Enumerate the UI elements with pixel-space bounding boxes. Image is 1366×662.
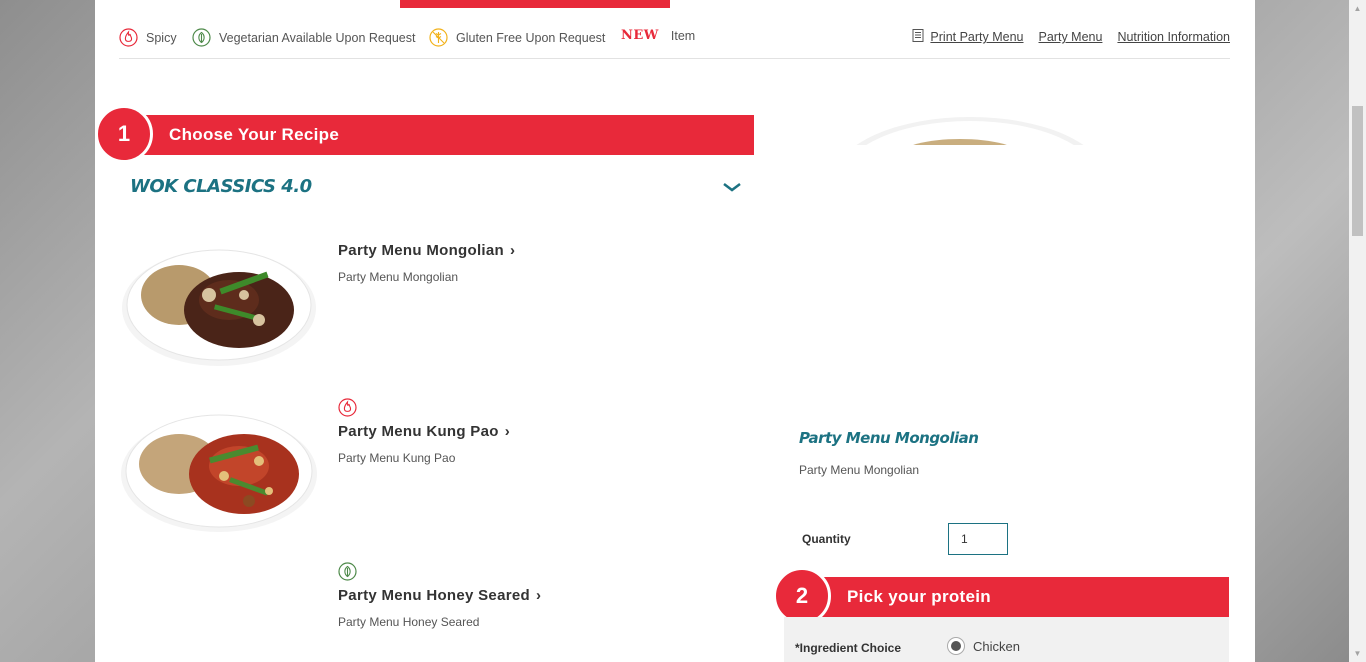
- quantity-input[interactable]: [948, 523, 1008, 555]
- item-info: Party Menu Kung Pao › Party Menu Kung Pa…: [338, 398, 510, 465]
- item-name: Party Menu Kung Pao: [338, 423, 499, 440]
- legend-new-label: Item: [670, 28, 696, 43]
- item-description: Party Menu Mongolian: [338, 270, 459, 284]
- legend-spicy: Spicy: [119, 28, 177, 47]
- legend-new: NEW Item: [621, 28, 695, 43]
- item-description: Party Menu Kung Pao: [338, 451, 456, 465]
- party-menu-link[interactable]: Party Menu: [1039, 29, 1103, 45]
- scroll-down-icon[interactable]: ▼: [1349, 645, 1366, 662]
- ingredient-choice-label: *Ingredient Choice: [795, 641, 902, 655]
- category-title: WOK CLASSICS 4.0: [130, 176, 312, 197]
- legend-vegetarian: Vegetarian Available Upon Request: [192, 28, 415, 47]
- chevron-right-icon: ›: [510, 242, 516, 259]
- active-tab-indicator: [400, 0, 670, 8]
- nutrition-information-link[interactable]: Nutrition Information: [1117, 29, 1230, 45]
- dish-image-kung-pao: [121, 414, 317, 532]
- vegetarian-icon: [338, 562, 357, 581]
- menu-item[interactable]: Party Menu Kung Pao › Party Menu Kung Pa…: [119, 398, 739, 538]
- page-container: Spicy Vegetarian Available Upon Request …: [95, 0, 1255, 662]
- gluten-free-icon: [429, 28, 448, 47]
- print-party-menu-link[interactable]: Print Party Menu: [912, 29, 1024, 45]
- spicy-icon: [119, 28, 138, 47]
- protein-option-label: Chicken: [973, 638, 1020, 654]
- item-info: Party Menu Mongolian › Party Menu Mongol…: [338, 242, 515, 284]
- top-links: Print Party Menu Party Menu Nutrition In…: [912, 29, 1230, 45]
- item-info: Party Menu Honey Seared › Party Menu Hon…: [338, 562, 541, 629]
- category-header[interactable]: WOK CLASSICS 4.0: [130, 176, 742, 197]
- new-badge: NEW: [621, 28, 659, 43]
- legend-bar: Spicy Vegetarian Available Upon Request …: [119, 24, 1230, 59]
- radio-button[interactable]: [947, 637, 965, 655]
- chevron-right-icon: ›: [535, 587, 542, 604]
- menu-item[interactable]: Party Menu Mongolian › Party Menu Mongol…: [119, 232, 739, 372]
- item-name: Party Menu Honey Seared: [338, 587, 530, 604]
- step-2-banner: 2 Pick your protein: [773, 567, 1229, 625]
- legend-spicy-label: Spicy: [146, 30, 177, 45]
- protein-panel: *Ingredient Choice Chicken: [784, 617, 1229, 662]
- preview-description: Party Menu Mongolian: [799, 463, 920, 477]
- vegetarian-icon: [192, 28, 211, 47]
- step-2-title: Pick your protein: [847, 587, 991, 606]
- quantity-label: Quantity: [802, 532, 851, 546]
- legend-gluten-free: Gluten Free Upon Request: [429, 28, 605, 47]
- radio-selected-dot: [951, 641, 961, 651]
- page-scrollbar[interactable]: ▲ ▼: [1349, 0, 1366, 662]
- scrollbar-thumb[interactable]: [1352, 106, 1363, 236]
- item-name: Party Menu Mongolian: [338, 242, 505, 259]
- preview-dish-image: [856, 117, 1084, 145]
- item-name-link[interactable]: Party Menu Mongolian ›: [338, 242, 515, 259]
- chevron-down-icon[interactable]: [722, 176, 742, 197]
- menu-item[interactable]: Party Menu Honey Seared › Party Menu Hon…: [119, 562, 739, 662]
- legend-vegetarian-label: Vegetarian Available Upon Request: [219, 30, 416, 45]
- item-name-link[interactable]: Party Menu Kung Pao ›: [338, 423, 510, 440]
- preview-title: Party Menu Mongolian: [799, 429, 979, 447]
- dish-image-mongolian: [122, 249, 316, 366]
- print-icon: [912, 29, 924, 45]
- step-1-number: 1: [95, 105, 153, 163]
- step-1-banner: 1 Choose Your Recipe: [95, 105, 754, 163]
- print-party-menu-label: Print Party Menu: [930, 30, 1024, 44]
- step-1-title: Choose Your Recipe: [169, 125, 340, 144]
- item-description: Party Menu Honey Seared: [338, 615, 480, 629]
- spicy-icon: [338, 398, 357, 417]
- legend-gluten-free-label: Gluten Free Upon Request: [456, 30, 606, 45]
- scroll-up-icon[interactable]: ▲: [1349, 0, 1366, 17]
- chevron-right-icon: ›: [504, 423, 511, 440]
- item-name-link[interactable]: Party Menu Honey Seared ›: [338, 587, 541, 604]
- protein-option-chicken[interactable]: Chicken: [947, 637, 1020, 655]
